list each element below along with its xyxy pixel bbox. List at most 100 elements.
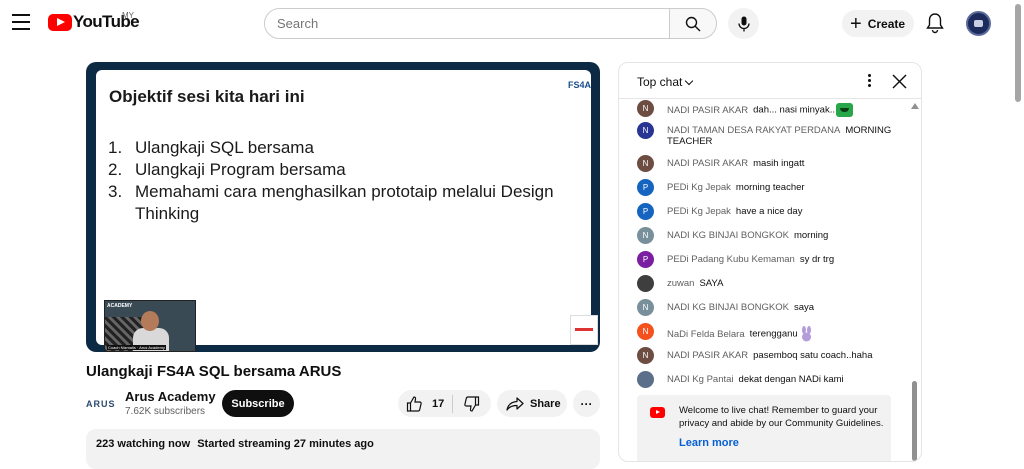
chat-message: P PEDi Kg Jepak have a nice day	[637, 203, 909, 220]
like-button[interactable]: 17	[398, 390, 452, 417]
chat-message-body: terengganu	[749, 328, 798, 340]
chat-message: N NaDi Felda Belara terengganu	[637, 323, 909, 342]
chat-message: N NADI TAMAN DESA RAKYAT PERDANA MORNING …	[637, 122, 909, 147]
chat-message-text: PEDi Padang Kubu Kemaman sy dr trg	[667, 254, 834, 265]
chat-message-body: dah... nasi minyak..	[753, 104, 835, 116]
chat-message-text: NADI PASIR AKAR dah... nasi minyak..	[667, 103, 853, 117]
channel-name[interactable]: Arus Academy	[125, 389, 216, 404]
chevron-down-icon	[685, 76, 694, 85]
chat-message-text: NaDi Felda Belara terengganu	[667, 326, 813, 342]
learn-more-link[interactable]: Learn more	[679, 437, 739, 449]
chat-message-body: dekat dengan NADi kami	[738, 374, 844, 385]
stream-started: Started streaming 27 minutes ago	[197, 438, 374, 450]
chat-author-avatar[interactable]: N	[637, 323, 654, 340]
subscriber-count: 7.62K subscribers	[125, 406, 206, 417]
chat-message-text: NADI Kg Pantai dekat dengan NADi kami	[667, 374, 844, 385]
chat-author-avatar[interactable]	[637, 275, 654, 292]
webcam-bottom-label: Coach Nizmalis · Arus Academy	[107, 345, 166, 350]
chat-author-avatar[interactable]: N	[637, 155, 654, 172]
video-player[interactable]: Objektif sesi kita hari ini FS4A 1. Ulang…	[86, 62, 600, 352]
account-avatar[interactable]	[966, 11, 991, 36]
chat-author-name[interactable]: NADI PASIR AKAR	[667, 158, 748, 169]
slide-title: Objektif sesi kita hari ini	[109, 87, 305, 106]
chat-author-avatar[interactable]: P	[637, 251, 654, 268]
chat-message-text: zuwan SAYA	[667, 278, 723, 289]
chat-author-avatar[interactable]: P	[637, 179, 654, 196]
chat-author-avatar[interactable]: N	[637, 299, 654, 316]
chat-author-name[interactable]: PEDi Kg Jepak	[667, 182, 731, 193]
chat-author-name[interactable]: zuwan	[667, 278, 694, 289]
chat-message-body: SAYA	[699, 278, 724, 289]
chat-author-avatar[interactable]: N	[637, 100, 654, 117]
youtube-play-icon	[48, 13, 72, 31]
chat-author-name[interactable]: PEDi Kg Jepak	[667, 206, 731, 217]
voice-search-button[interactable]	[728, 8, 759, 39]
search-input[interactable]	[277, 16, 669, 31]
chat-mode-dropdown[interactable]: Top chat	[637, 75, 694, 89]
masthead: YouTube MY + Create	[0, 0, 1024, 46]
channel-logo[interactable]: ARUS	[86, 396, 116, 412]
chat-scroll-up-arrow[interactable]	[911, 103, 919, 109]
slide-item-number: 2.	[108, 160, 123, 179]
share-button[interactable]: Share	[497, 390, 567, 417]
menu-icon[interactable]	[12, 14, 30, 30]
presenter-webcam: ACADEMY Coach Nizmalis · Arus Academy	[104, 300, 196, 352]
watching-count: 223 watching now	[96, 438, 191, 450]
chat-message-text: NADI PASIR AKAR masih ingatt	[667, 158, 804, 169]
slide-item: 3. Memahami cara menghasilkan prototaip m…	[108, 181, 591, 225]
slide-item: 2. Ulangkaji Program bersama	[108, 159, 591, 181]
more-actions-button[interactable]: ···	[573, 390, 600, 417]
chat-author-name[interactable]: NADI TAMAN DESA RAKYAT PERDANA	[667, 125, 840, 136]
chat-scrollbar[interactable]	[912, 381, 917, 461]
youtube-icon	[650, 407, 665, 418]
fs4a-logo: FS4A	[568, 80, 592, 90]
chat-author-name[interactable]: NADI PASIR AKAR	[667, 350, 748, 361]
chat-author-avatar[interactable]: N	[637, 347, 654, 364]
chat-author-name[interactable]: NADI KG BINJAI BONGKOK	[667, 230, 789, 241]
chat-menu-icon[interactable]	[865, 73, 873, 89]
plus-icon: +	[850, 12, 862, 35]
description-box[interactable]: 223 watching now Started streaming 27 mi…	[86, 429, 600, 469]
chat-author-name[interactable]: NADI Kg Pantai	[667, 374, 734, 385]
microphone-icon	[737, 16, 750, 31]
share-label: Share	[530, 397, 561, 410]
create-label: Create	[867, 16, 906, 31]
search-button[interactable]	[669, 8, 717, 39]
like-dislike-group: 17	[398, 390, 491, 417]
like-count: 17	[432, 397, 445, 410]
slide-item-number: 1.	[108, 138, 123, 157]
chat-message-body: saya	[793, 302, 815, 313]
chat-author-avatar[interactable]: N	[637, 122, 654, 139]
webcam-top-label: ACADEMY	[107, 303, 133, 309]
chat-message-body: have a nice day	[735, 206, 803, 217]
chat-author-avatar[interactable]: P	[637, 203, 654, 220]
page-scrollbar[interactable]	[1015, 4, 1021, 102]
chat-mode-label: Top chat	[637, 75, 683, 89]
chat-message-text: NADI PASIR AKAR pasemboq satu coach..haha	[667, 350, 873, 361]
notifications-button[interactable]	[925, 12, 945, 34]
slide-item: 1. Ulangkaji SQL bersama	[108, 137, 591, 159]
chat-author-name[interactable]: NADI PASIR AKAR	[667, 105, 748, 116]
chat-message: zuwan SAYA	[637, 275, 909, 292]
video-title: Ulangkaji FS4A SQL bersama ARUS	[86, 363, 342, 380]
presentation-slide: Objektif sesi kita hari ini FS4A 1. Ulang…	[96, 70, 598, 352]
chat-author-name[interactable]: NaDi Felda Belara	[667, 329, 745, 340]
slide-item-text: Ulangkaji SQL bersama	[135, 138, 314, 157]
subscribe-button[interactable]: Subscribe	[222, 390, 294, 417]
corner-logo	[570, 315, 598, 345]
close-icon[interactable]	[892, 74, 907, 89]
chat-message-text: NADI KG BINJAI BONGKOK saya	[667, 302, 814, 313]
slide-item-text: Ulangkaji Program bersama	[135, 160, 346, 179]
chat-message: N NADI PASIR AKAR dah... nasi minyak..	[637, 100, 909, 117]
bunny-emoji-icon	[801, 326, 811, 342]
chat-author-avatar[interactable]	[637, 371, 654, 388]
chat-author-avatar[interactable]: N	[637, 227, 654, 244]
thumbs-down-icon	[464, 395, 480, 412]
chat-author-name[interactable]: PEDi Padang Kubu Kemaman	[667, 254, 795, 265]
search-box	[264, 8, 670, 39]
search-icon	[685, 16, 701, 31]
chat-author-name[interactable]: NADI KG BINJAI BONGKOK	[667, 302, 789, 313]
chat-message-text: NADI KG BINJAI BONGKOK morning	[667, 230, 828, 241]
create-button[interactable]: + Create	[842, 10, 914, 37]
dislike-button[interactable]	[453, 390, 491, 417]
